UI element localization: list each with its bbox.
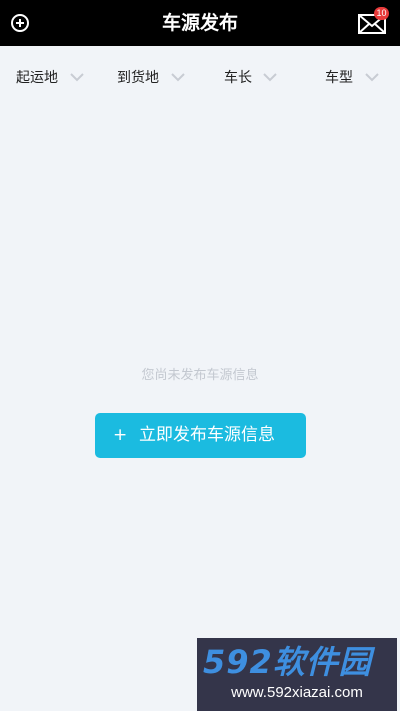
- chevron-down-icon: [171, 73, 185, 82]
- filter-vehicle-type[interactable]: 车型: [300, 46, 400, 110]
- filter-bar: 起运地 到货地 车长 车型: [0, 46, 400, 110]
- filter-label: 起运地: [16, 70, 58, 86]
- watermark-logo: 592软件园: [203, 643, 372, 681]
- publish-vehicle-button[interactable]: + 立即发布车源信息: [95, 413, 306, 458]
- plus-icon: +: [113, 425, 128, 445]
- filter-destination[interactable]: 到货地: [100, 46, 200, 110]
- mail-button[interactable]: 10: [358, 7, 389, 36]
- filter-label: 到货地: [117, 70, 159, 86]
- publish-button-label: 立即发布车源信息: [139, 425, 275, 445]
- page-title: 车源发布: [161, 12, 238, 34]
- filter-origin[interactable]: 起运地: [0, 46, 100, 110]
- mail-badge: 10: [374, 7, 389, 20]
- chevron-down-icon: [263, 73, 277, 82]
- watermark: 592软件园 www.592xiazai.com: [197, 638, 397, 711]
- filter-label: 车长: [224, 70, 252, 86]
- filter-label: 车型: [325, 70, 353, 86]
- watermark-site: www.592xiazai.com: [231, 684, 363, 701]
- app-header: 车源发布 10: [0, 0, 400, 46]
- filter-vehicle-length[interactable]: 车长: [200, 46, 300, 110]
- chevron-down-icon: [365, 73, 379, 82]
- chevron-down-icon: [70, 73, 84, 82]
- empty-state-message: 您尚未发布车源信息: [141, 368, 259, 383]
